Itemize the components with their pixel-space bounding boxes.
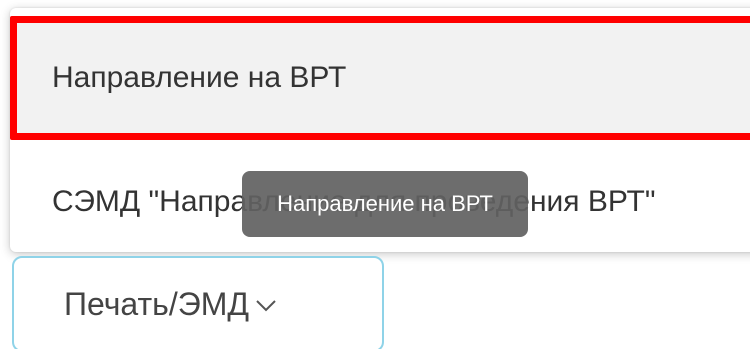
menu-item-vrt-referral[interactable]: Направление на ВРТ	[10, 16, 750, 140]
tooltip-text: Направление на ВРТ	[277, 191, 493, 216]
print-emd-button[interactable]: Печать/ЭМД	[12, 256, 384, 349]
menu-item-label: Направление на ВРТ	[52, 61, 347, 94]
page: Направление на ВРТ СЭМД "Направление для…	[0, 0, 750, 349]
chevron-down-icon	[251, 291, 281, 321]
tooltip: Направление на ВРТ	[242, 171, 528, 237]
print-emd-button-label: Печать/ЭМД	[64, 285, 250, 322]
